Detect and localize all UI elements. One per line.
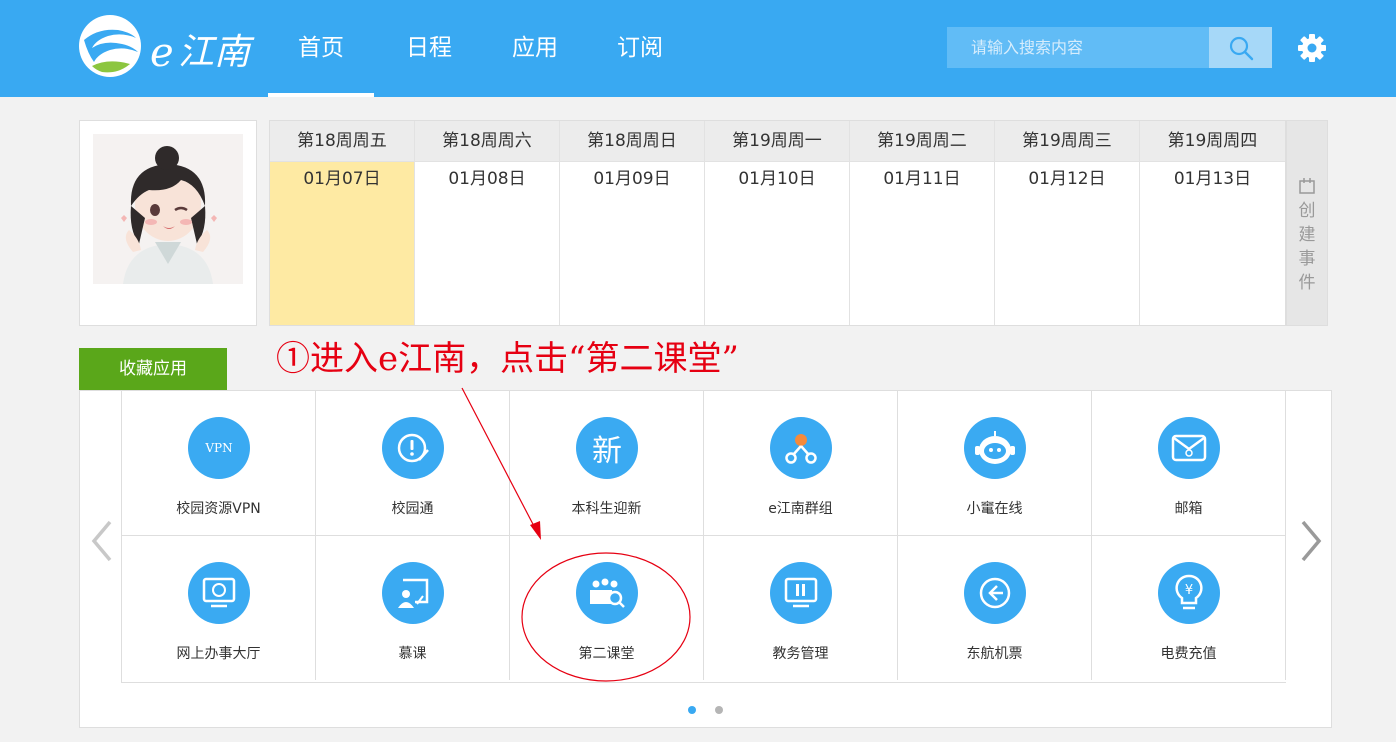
calendar-day[interactable]: 第18周周五 01月07日 <box>270 121 415 325</box>
calendar-day[interactable]: 第19周周四 01月13日 <box>1140 121 1285 325</box>
calendar-day-date: 01月11日 <box>883 169 961 189</box>
airline-icon <box>964 562 1026 624</box>
tutorial-annotation: ①进入e江南，点击“第二课堂” <box>276 339 739 379</box>
calendar-day[interactable]: 第18周周六 01月08日 <box>415 121 560 325</box>
calendar-day[interactable]: 第19周周三 01月12日 <box>995 121 1140 325</box>
app-label: 校园资源VPN <box>176 501 261 517</box>
calendar-day-header: 第18周周日 <box>560 121 704 162</box>
calendar-add-icon <box>1299 178 1315 194</box>
academic-icon <box>770 562 832 624</box>
app-label: e江南群组 <box>768 501 833 517</box>
week-calendar: 第18周周五 01月07日 第18周周六 01月08日 第18周周日 01月09… <box>269 120 1286 326</box>
mail-icon <box>1158 417 1220 479</box>
calendar-day-date: 01月13日 <box>1173 169 1252 189</box>
app-label: 小竃在线 <box>966 501 1023 517</box>
carousel-dot-active[interactable] <box>688 706 696 714</box>
nav-apps[interactable]: 应用 <box>482 0 588 97</box>
app-tile-freshman[interactable]: 新 本科生迎新 <box>510 390 704 535</box>
app-label: 第二课堂 <box>578 646 635 662</box>
search-input[interactable] <box>947 27 1209 68</box>
app-label: 本科生迎新 <box>571 501 642 517</box>
app-tile-academic[interactable]: 教务管理 <box>704 535 898 680</box>
app-tile-mail[interactable]: 邮箱 <box>1092 390 1286 535</box>
calendar-day-date: 01月07日 <box>270 162 414 325</box>
create-event-label: 创建事件 <box>1298 201 1316 293</box>
calendar-day[interactable]: 第19周周一 01月10日 <box>705 121 850 325</box>
avatar[interactable] <box>93 134 243 284</box>
app-grid: VPN 校园资源VPN 校园通 新 本科生迎新 e江南群组 小竃在线 邮箱 网上… <box>121 390 1286 683</box>
calendar-day-header: 第19周周一 <box>705 121 849 162</box>
app-tile-electricity[interactable]: ¥ 电费充值 <box>1092 535 1286 680</box>
calendar-day-date: 01月12日 <box>1028 169 1106 189</box>
carousel-dot[interactable] <box>715 706 723 714</box>
calendar-day-date: 01月08日 <box>448 169 526 189</box>
carousel-next-button[interactable] <box>1297 518 1325 564</box>
app-tile-group[interactable]: e江南群组 <box>704 390 898 535</box>
tab-favorite-apps[interactable]: 收藏应用 <box>79 348 227 390</box>
nav-schedule[interactable]: 日程 <box>376 0 482 97</box>
profile-card <box>79 120 257 326</box>
calendar-day-header: 第19周周四 <box>1140 121 1285 162</box>
group-icon <box>770 417 832 479</box>
calendar-day-header: 第19周周二 <box>850 121 994 162</box>
svg-text:江南: 江南 <box>178 32 255 73</box>
robot-icon <box>964 417 1026 479</box>
svg-text:e: e <box>150 30 174 76</box>
search-box <box>947 27 1209 68</box>
electricity-icon: ¥ <box>1158 562 1220 624</box>
gear-icon <box>1298 34 1326 62</box>
app-label: 慕课 <box>398 646 427 662</box>
e-jiangnan-logo[interactable]: e 江南 <box>78 14 263 80</box>
nav-subscribe[interactable]: 订阅 <box>587 0 693 97</box>
search-icon <box>1229 36 1253 60</box>
nav-home[interactable]: 首页 <box>268 0 374 97</box>
freshman-icon: 新 <box>576 417 638 479</box>
app-tile-second-classroom[interactable]: 第二课堂 <box>510 535 704 680</box>
svg-text:¥: ¥ <box>1185 583 1193 598</box>
app-label: 教务管理 <box>772 646 829 662</box>
calendar-day-date: 01月09日 <box>593 169 671 189</box>
chevron-left-icon <box>91 520 112 562</box>
online-hall-icon <box>188 562 250 624</box>
app-tile-airline[interactable]: 东航机票 <box>898 535 1092 680</box>
app-tile-online-hall[interactable]: 网上办事大厅 <box>122 535 316 680</box>
mooc-icon <box>382 562 444 624</box>
calendar-day[interactable]: 第19周周二 01月11日 <box>850 121 995 325</box>
calendar-day-header: 第19周周三 <box>995 121 1139 162</box>
second-classroom-icon <box>576 562 638 624</box>
search-button[interactable] <box>1209 27 1272 68</box>
carousel-prev-button[interactable] <box>88 518 116 564</box>
app-label: 校园通 <box>391 501 434 517</box>
campus-pass-icon <box>382 417 444 479</box>
create-event-button[interactable]: 创建事件 <box>1286 120 1328 326</box>
app-label: 东航机票 <box>966 646 1023 662</box>
top-header: e 江南 首页 日程 应用 订阅 <box>0 0 1396 97</box>
settings-button[interactable] <box>1297 33 1327 63</box>
app-tile-robot[interactable]: 小竃在线 <box>898 390 1092 535</box>
vpn-icon: VPN <box>188 417 250 479</box>
calendar-day-header: 第18周周五 <box>270 121 414 162</box>
app-tile-vpn[interactable]: VPN 校园资源VPN <box>122 390 316 535</box>
app-label: 电费充值 <box>1160 646 1217 662</box>
app-label: 网上办事大厅 <box>176 646 261 662</box>
app-tile-campus-pass[interactable]: 校园通 <box>316 390 510 535</box>
calendar-day-date: 01月10日 <box>738 169 816 189</box>
chevron-right-icon <box>1301 520 1322 562</box>
app-tile-mooc[interactable]: 慕课 <box>316 535 510 680</box>
calendar-day[interactable]: 第18周周日 01月09日 <box>560 121 705 325</box>
app-label: 邮箱 <box>1174 501 1203 517</box>
calendar-day-header: 第18周周六 <box>415 121 559 162</box>
